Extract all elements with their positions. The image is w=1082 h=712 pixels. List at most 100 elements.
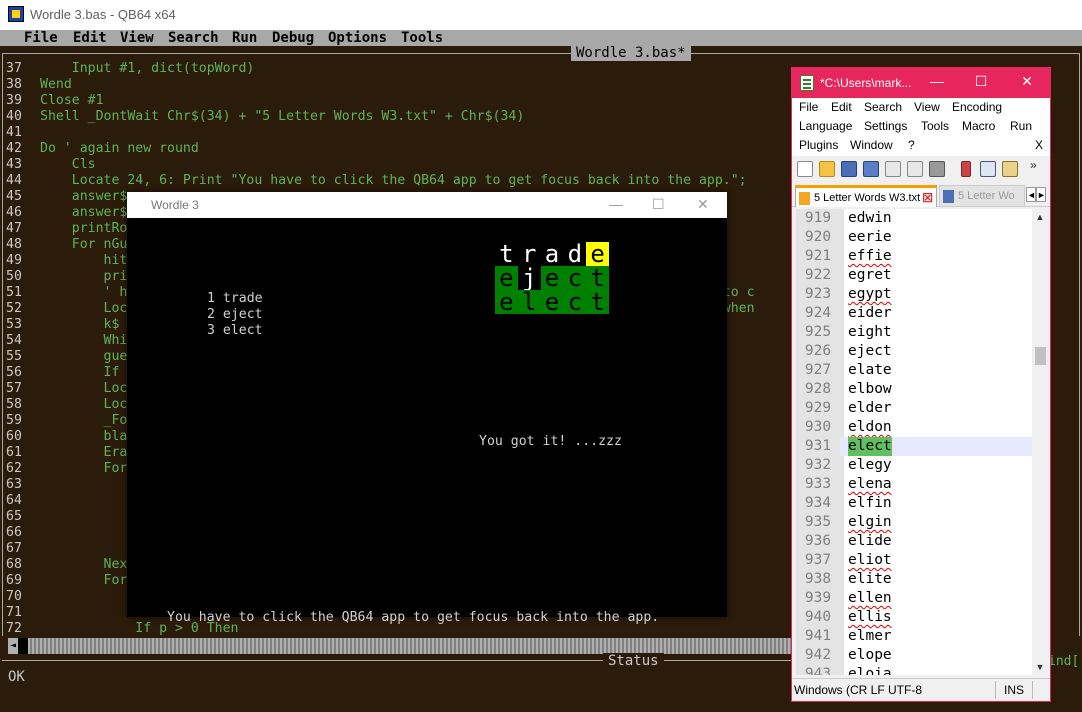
text-line[interactable]: 927 elate — [796, 361, 1032, 380]
npp-menu-help[interactable]: ? — [908, 136, 915, 155]
code-line[interactable]: 47 printRo — [6, 221, 127, 237]
code-line[interactable]: 54 Whi — [6, 333, 127, 349]
text-line[interactable]: 938 elite — [796, 570, 1032, 589]
current-line[interactable]: 931 elect — [796, 437, 1032, 456]
text-line[interactable]: 930 eldon — [796, 418, 1032, 437]
menu-file[interactable]: File — [24, 30, 58, 46]
print-icon[interactable] — [929, 161, 945, 177]
code-line[interactable]: 40 Shell _DontWait Chr$(34) + "5 Letter W… — [6, 109, 524, 125]
notepadpp-text-editor[interactable]: 919 edwin 920 eerie 921 effie 922 egret 923 egypt… — [796, 209, 1032, 675]
code-line[interactable]: 45 answer$ — [6, 189, 127, 205]
menu-view[interactable]: View — [120, 30, 154, 46]
text-line[interactable]: 920 eerie — [796, 228, 1032, 247]
notepadpp-window[interactable]: *C:\Users\mark... — ☐ ✕ File Edit Search… — [791, 67, 1051, 702]
text-line[interactable]: 939 ellen — [796, 589, 1032, 608]
npp-menu-macro[interactable]: Macro — [962, 117, 995, 136]
menu-debug[interactable]: Debug — [272, 30, 314, 46]
npp-menu-plugins[interactable]: Plugins — [799, 136, 838, 155]
scroll-up-arrow-icon[interactable]: ▲ — [1032, 209, 1048, 225]
scrollbar-thumb[interactable] — [18, 638, 28, 654]
eol-encoding-status[interactable]: Windows (CR LF UTF-8 — [794, 683, 922, 697]
text-line[interactable]: 926 eject — [796, 342, 1032, 361]
code-line[interactable]: 48 For nGu — [6, 237, 127, 253]
close-file-icon[interactable] — [885, 161, 901, 177]
text-line[interactable]: 924 eider — [796, 304, 1032, 323]
new-file-icon[interactable] — [797, 161, 813, 177]
text-line[interactable]: 923 egypt — [796, 285, 1032, 304]
wordle-game-screen[interactable]: 1 trade 2 eject 3 elect tradeejectelect … — [127, 218, 727, 625]
code-line[interactable]: 50 pri — [6, 269, 127, 285]
code-line[interactable]: 62 For — [6, 461, 127, 477]
text-line[interactable]: 922 egret — [796, 266, 1032, 285]
code-line[interactable]: 38 Wend — [6, 77, 72, 93]
code-line[interactable]: 49 hit — [6, 253, 127, 269]
cut-icon[interactable] — [961, 161, 971, 177]
code-line[interactable]: 44 Locate 24, 6: Print "You have to clic… — [6, 173, 747, 189]
code-line[interactable]: 41 — [6, 125, 40, 141]
tab-5-letter-words[interactable]: 5 Letter Wo — [939, 185, 1025, 207]
code-line[interactable]: 42 Do ' again new round — [6, 141, 199, 157]
tab-5-letter-words-w3[interactable]: 5 Letter Words W3.txt ☒ — [795, 185, 937, 207]
code-line[interactable]: 57 Loc — [6, 381, 127, 397]
text-line[interactable]: 940 ellis — [796, 608, 1032, 627]
toolbar-overflow-icon[interactable]: » — [1030, 158, 1044, 172]
save-all-icon[interactable] — [863, 161, 879, 177]
code-line[interactable]: 67 — [6, 541, 40, 557]
text-line[interactable]: 935 elgin — [796, 513, 1032, 532]
tab-scroll-right-icon[interactable]: ► — [1036, 187, 1046, 202]
insert-mode-status[interactable]: INS — [1004, 683, 1024, 697]
text-line[interactable]: 936 elide — [796, 532, 1032, 551]
close-icon[interactable]: ✕ — [697, 196, 709, 213]
npp-menu-edit[interactable]: Edit — [831, 98, 852, 117]
maximize-icon[interactable]: ☐ — [652, 196, 665, 213]
code-line[interactable]: 59 _Fo — [6, 413, 127, 429]
code-line[interactable]: 39 Close #1 — [6, 93, 104, 109]
scrollbar-thumb[interactable] — [1035, 347, 1046, 365]
tab-close-icon[interactable]: ☒ — [922, 188, 933, 207]
npp-menu-tools[interactable]: Tools — [921, 117, 949, 136]
npp-menu-view[interactable]: View — [914, 98, 940, 117]
npp-menu-language[interactable]: Language — [799, 117, 852, 136]
code-line[interactable]: 37 Input #1, dict(topWord) — [6, 61, 254, 77]
text-line[interactable]: 928 elbow — [796, 380, 1032, 399]
menu-run[interactable]: Run — [232, 30, 257, 46]
wordle-window[interactable]: Wordle 3 — ☐ ✕ 1 trade 2 eject 3 elect t… — [127, 192, 727, 625]
minimize-icon[interactable]: — — [922, 73, 952, 89]
save-icon[interactable] — [841, 161, 857, 177]
close-all-icon[interactable] — [907, 161, 923, 177]
npp-menu-search[interactable]: Search — [864, 98, 902, 117]
vertical-scrollbar[interactable]: ▲ ▼ — [1032, 209, 1048, 675]
npp-menu-run[interactable]: Run — [1010, 117, 1032, 136]
text-line[interactable]: 943 eloia — [796, 665, 1032, 675]
text-line[interactable]: 921 effie — [796, 247, 1032, 266]
minimize-icon[interactable]: — — [609, 196, 623, 212]
code-line[interactable]: 55 gue — [6, 349, 127, 365]
code-line[interactable]: 66 — [6, 525, 40, 541]
code-line[interactable]: 46 answer$ — [6, 205, 127, 221]
close-icon[interactable]: ✕ — [1012, 73, 1042, 90]
npp-menu-close-doc[interactable]: X — [1035, 136, 1043, 155]
code-line[interactable]: 69 For — [6, 573, 127, 589]
code-line[interactable]: 63 — [6, 477, 40, 493]
code-line[interactable]: 64 — [6, 493, 40, 509]
npp-menu-settings[interactable]: Settings — [864, 117, 907, 136]
code-line[interactable]: 53 k$ — [6, 317, 119, 333]
text-line[interactable]: 942 elope — [796, 646, 1032, 665]
text-line[interactable]: 929 elder — [796, 399, 1032, 418]
menu-edit[interactable]: Edit — [73, 30, 107, 46]
menu-tools[interactable]: Tools — [401, 30, 443, 46]
code-line[interactable]: 56 If — [6, 365, 119, 381]
menu-options[interactable]: Options — [328, 30, 387, 46]
paste-icon[interactable] — [1002, 161, 1018, 177]
npp-menu-file[interactable]: File — [799, 98, 818, 117]
code-line[interactable]: 61 Era — [6, 445, 127, 461]
open-file-icon[interactable] — [819, 161, 835, 177]
wordle-titlebar[interactable]: Wordle 3 — ☐ ✕ — [127, 192, 727, 218]
text-line[interactable]: 937 eliot — [796, 551, 1032, 570]
npp-menu-window[interactable]: Window — [850, 136, 893, 155]
code-line[interactable]: 71 — [6, 605, 40, 621]
npp-menu-encoding[interactable]: Encoding — [952, 98, 1002, 117]
copy-icon[interactable] — [980, 161, 996, 177]
text-line[interactable]: 941 elmer — [796, 627, 1032, 646]
menu-search[interactable]: Search — [168, 30, 219, 46]
